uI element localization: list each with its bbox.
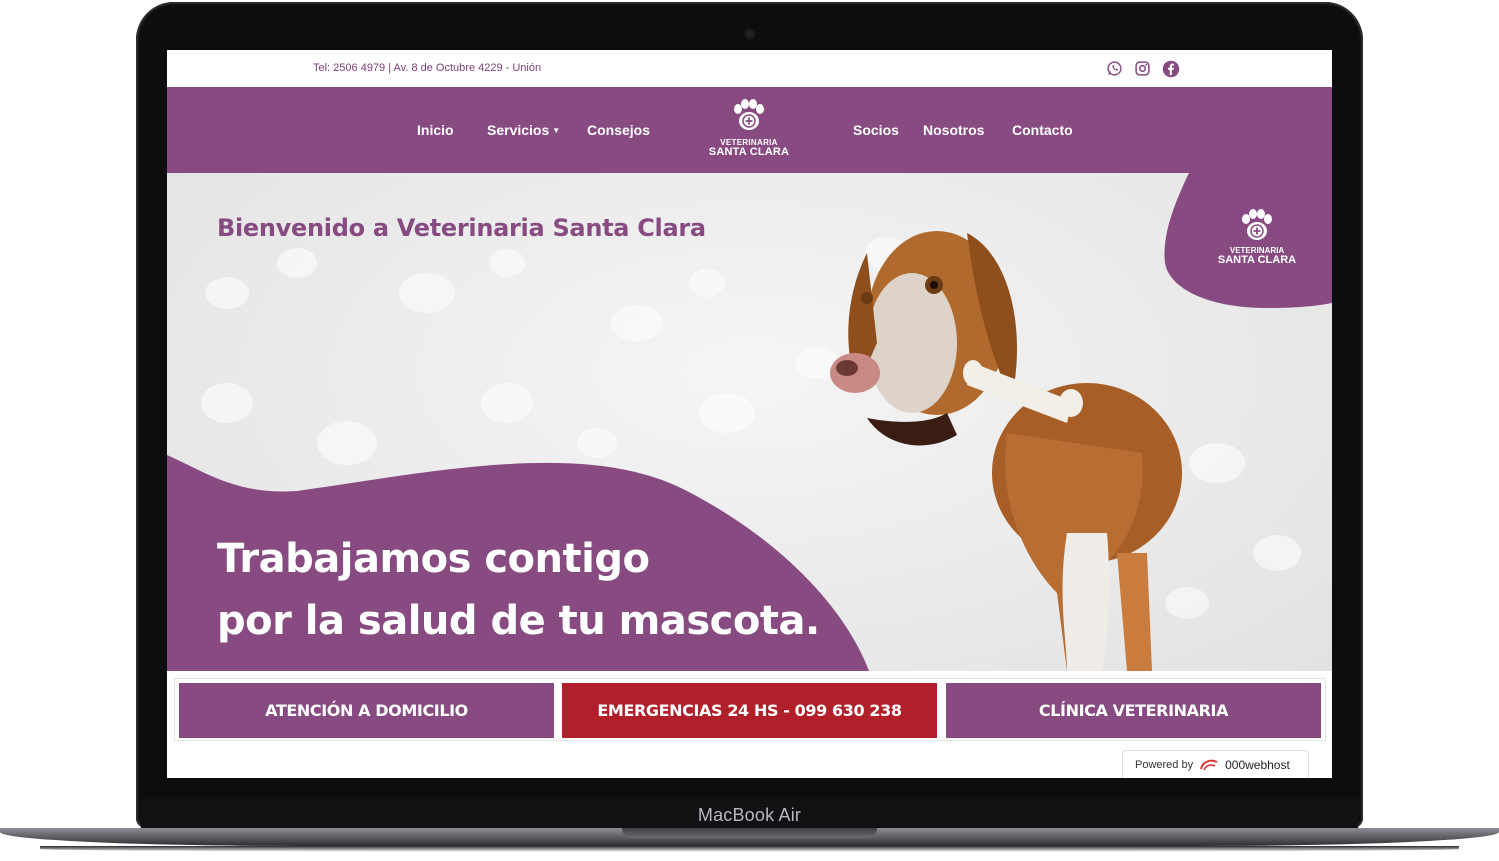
contact-info: Tel: 2506 4979 | Av. 8 de Octubre 4229 -… (313, 62, 542, 74)
welcome-heading: Bienvenido a Veterinaria Santa Clara (217, 214, 706, 242)
nav-servicios[interactable]: Servicios ▼ (487, 122, 560, 138)
facebook-icon[interactable] (1161, 59, 1180, 78)
nav-socios[interactable]: Socios (853, 122, 899, 138)
corner-logo-text-2: SANTA CLARA (1217, 254, 1297, 266)
hero-carousel: Bienvenido a Veterinaria Santa Clara VET… (167, 173, 1332, 671)
device-label: MacBook Air (697, 805, 802, 825)
social-links (1105, 59, 1180, 78)
laptop-frame: Tel: 2506 4979 | Av. 8 de Octubre 4229 -… (0, 0, 1499, 861)
carousel-next-arrow[interactable]: › (1237, 405, 1247, 439)
logo-text-2: SANTA CLARA (708, 146, 790, 158)
nav-servicios-label: Servicios (487, 122, 550, 138)
powered-by-badge[interactable]: Powered by 000webhost (1122, 750, 1309, 778)
corner-logo: VETERINARIA SANTA CLARA (1207, 209, 1307, 266)
slogan-line-2: por la salud de tu mascota. (217, 598, 820, 644)
paw-icon (1242, 209, 1272, 240)
main-navigation: Inicio Servicios ▼ Consejos VETERINARIA S… (167, 87, 1332, 173)
nav-nosotros[interactable]: Nosotros (923, 122, 984, 138)
top-info-bar: Tel: 2506 4979 | Av. 8 de Octubre 4229 -… (167, 50, 1332, 87)
carousel-prev-arrow[interactable]: ‹ (247, 405, 257, 439)
nav-contacto[interactable]: Contacto (1012, 122, 1073, 138)
hero-slogan: Trabajamos contigo por la salud de tu ma… (217, 528, 820, 652)
powered-by-label: Powered by (1135, 758, 1194, 771)
whatsapp-icon[interactable] (1105, 59, 1124, 78)
webhost-name: 000webhost (1225, 757, 1290, 772)
dog-illustration (830, 231, 1182, 671)
nav-inicio[interactable]: Inicio (417, 122, 454, 138)
instagram-icon[interactable] (1133, 59, 1152, 78)
clinic-button[interactable]: CLÍNICA VETERINARIA (946, 683, 1321, 738)
site-logo[interactable]: VETERINARIA SANTA CLARA (699, 99, 799, 163)
slogan-line-1: Trabajamos contigo (217, 536, 650, 582)
home-care-button[interactable]: ATENCIÓN A DOMICILIO (179, 683, 554, 738)
laptop-shadow (40, 846, 1459, 852)
paw-icon (734, 99, 764, 130)
service-buttons: ATENCIÓN A DOMICILIO EMERGENCIAS 24 HS -… (174, 678, 1326, 741)
emergency-button[interactable]: EMERGENCIAS 24 HS - 099 630 238 (562, 683, 937, 738)
nav-consejos[interactable]: Consejos (587, 122, 650, 138)
chevron-down-icon: ▼ (552, 126, 561, 135)
webhost-logo-icon (1200, 759, 1218, 770)
camera-icon (746, 30, 754, 38)
laptop-notch (622, 828, 877, 838)
website-screen: Tel: 2506 4979 | Av. 8 de Octubre 4229 -… (167, 50, 1332, 778)
